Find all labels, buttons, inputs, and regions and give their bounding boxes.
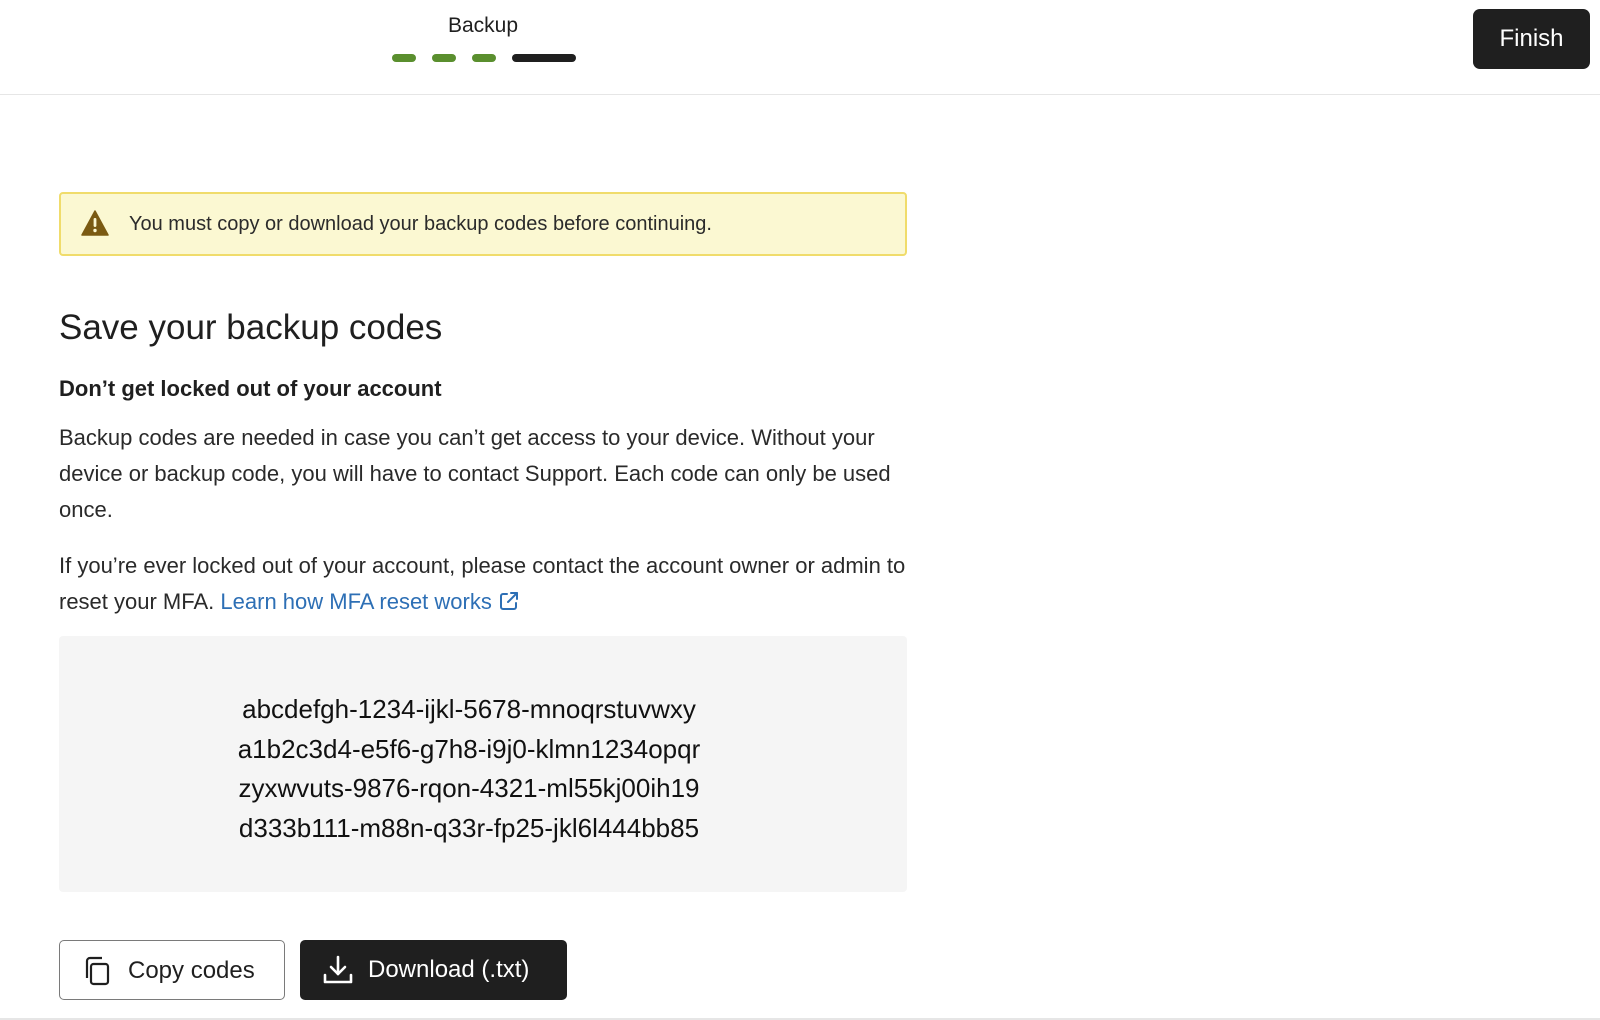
page-title: Save your backup codes [59, 308, 443, 347]
download-txt-button[interactable]: Download (.txt) [300, 940, 567, 1000]
copy-codes-button[interactable]: Copy codes [59, 940, 285, 1000]
step-indicator-3 [472, 54, 496, 62]
backup-code: abcdefgh-1234-ijkl-5678-mnoqrstuvwxy [242, 694, 696, 724]
download-txt-label: Download (.txt) [368, 956, 530, 983]
download-icon [323, 955, 353, 984]
copy-icon [85, 956, 110, 986]
backup-codes-list: abcdefgh-1234-ijkl-5678-mnoqrstuvwxy a1b… [59, 690, 879, 848]
step-indicator-2 [432, 54, 456, 62]
backup-code: zyxwvuts-9876-rqon-4321-ml55kj00ih19 [238, 773, 700, 803]
external-link-icon [499, 592, 518, 610]
copy-codes-label: Copy codes [128, 957, 255, 984]
help-paragraph: If you’re ever locked out of your accoun… [59, 548, 909, 620]
step-indicator-4 [512, 54, 576, 62]
section-subtitle: Don’t get locked out of your account [59, 376, 442, 401]
backup-codes-box: abcdefgh-1234-ijkl-5678-mnoqrstuvwxy a1b… [59, 636, 907, 892]
learn-link-label: Learn how MFA reset works [220, 589, 492, 614]
description-paragraph: Backup codes are needed in case you can’… [59, 425, 891, 522]
backup-code: d333b111-m88n-q33r-fp25-jkl6l444bb85 [238, 812, 700, 843]
top-bar: Backup Finish [0, 0, 1600, 95]
warning-banner: You must copy or download your backup co… [59, 192, 907, 256]
finish-button[interactable]: Finish [1473, 9, 1590, 69]
warning-text: You must copy or download your backup co… [129, 213, 712, 235]
warning-triangle-icon [81, 210, 109, 236]
backup-code: a1b2c3d4-e5f6-g7h8-i9j0-klmn1234opqr [237, 733, 701, 764]
step-indicator-1 [392, 54, 416, 62]
step-title: Backup [447, 14, 519, 37]
learn-mfa-reset-link[interactable]: Learn how MFA reset works [220, 589, 519, 614]
